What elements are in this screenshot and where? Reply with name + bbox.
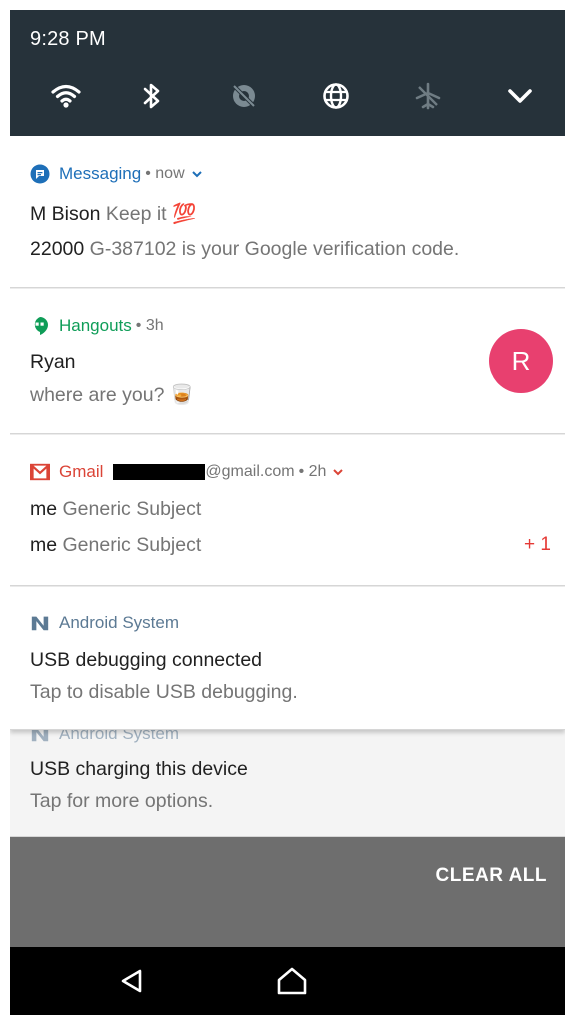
- timestamp: • 3h: [135, 317, 164, 334]
- app-name: Android System: [59, 613, 179, 632]
- message-line-1: M Bison Keep it 💯: [30, 202, 196, 226]
- back-icon[interactable]: [112, 961, 152, 1001]
- sender: me: [30, 498, 58, 520]
- data-saver-icon[interactable]: [224, 76, 264, 116]
- notification-title: USB debugging connected: [30, 649, 263, 671]
- notification-messaging[interactable]: Messaging • now M Bison Keep it 💯 22000 …: [10, 136, 565, 288]
- wifi-icon[interactable]: [46, 76, 86, 116]
- email-line-2: me Generic Subject: [30, 534, 201, 557]
- app-name: Messaging: [59, 164, 142, 183]
- message-text: Keep it 💯: [105, 203, 197, 225]
- email-subject: Generic Subject: [62, 498, 202, 520]
- sender: 22000: [30, 238, 85, 260]
- chevron-down-icon[interactable]: [332, 467, 344, 477]
- notification-usb-debugging[interactable]: Android System USB debugging connected T…: [10, 587, 565, 730]
- quick-settings-icons: [10, 76, 565, 116]
- navigation-bar: [10, 947, 565, 1015]
- message-line-2: 22000 G-387102 is your Google verificati…: [30, 238, 459, 261]
- bluetooth-icon[interactable]: [132, 76, 172, 116]
- notification-gmail[interactable]: Gmail @gmail.com • 2h me Generic Subject…: [10, 435, 565, 586]
- sender: me: [30, 534, 58, 556]
- globe-icon[interactable]: [316, 76, 356, 116]
- redacted-account: [113, 464, 206, 480]
- app-name: Gmail: [59, 462, 104, 481]
- notification-header: Gmail @gmail.com • 2h: [30, 462, 344, 482]
- home-icon[interactable]: [272, 961, 312, 1001]
- clear-all-button[interactable]: CLEAR ALL: [436, 865, 547, 887]
- email-subject: Generic Subject: [62, 534, 202, 556]
- notification-header: Messaging • now: [30, 164, 203, 184]
- messaging-icon: [30, 164, 50, 184]
- timestamp: • now: [145, 165, 185, 182]
- gmail-icon: [30, 462, 50, 482]
- notification-text: Tap for more options.: [30, 790, 214, 812]
- contact-name: Ryan: [30, 351, 76, 373]
- message-text: where are you? 🥃: [30, 384, 195, 406]
- notification-title: USB charging this device: [30, 758, 248, 780]
- more-count-badge: + 1: [524, 534, 551, 555]
- status-time: 9:28 PM: [30, 28, 106, 50]
- notification-shade: 9:28 PM Messaging • now M Bison Keep it …: [10, 10, 565, 1015]
- sender: M Bison: [30, 203, 101, 225]
- airplane-mode-icon[interactable]: [408, 76, 448, 116]
- chevron-down-icon[interactable]: [191, 169, 203, 179]
- clear-all-bar: CLEAR ALL: [10, 837, 565, 947]
- message-text: G-387102 is your Google verification cod…: [89, 238, 460, 260]
- hangouts-icon: [30, 316, 50, 336]
- avatar: R: [489, 329, 553, 393]
- chevron-down-icon[interactable]: [500, 76, 540, 116]
- notification-header: Android System: [30, 613, 179, 633]
- notification-text: Tap to disable USB debugging.: [30, 681, 298, 703]
- app-name: Hangouts: [59, 316, 132, 335]
- notification-header: Hangouts • 3h: [30, 316, 164, 336]
- notification-hangouts[interactable]: Hangouts • 3h Ryan where are you? 🥃 R: [10, 289, 565, 434]
- account-email: @gmail.com: [205, 463, 295, 480]
- android-system-icon: [30, 613, 50, 633]
- timestamp: • 2h: [298, 463, 327, 480]
- quick-settings-header: 9:28 PM: [10, 10, 565, 136]
- email-line-1: me Generic Subject: [30, 498, 201, 521]
